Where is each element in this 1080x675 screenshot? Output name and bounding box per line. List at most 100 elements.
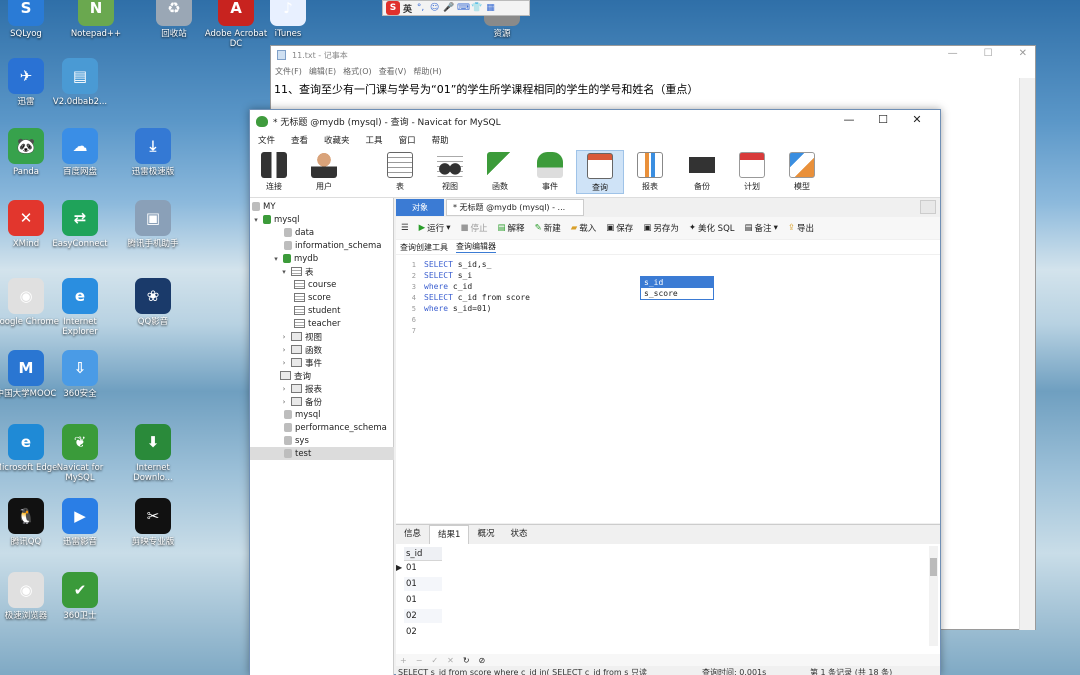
column-header[interactable]: s_id [404, 547, 442, 561]
desktop-icon[interactable]: ⤓ 迅雷极速版 [118, 128, 188, 177]
maximize-icon[interactable]: ☐ [866, 113, 900, 126]
toolbar-query[interactable]: 查询 [576, 150, 624, 194]
toolbar-backup[interactable]: 备份 [678, 150, 726, 192]
tree-item[interactable]: ▾ mydb [272, 252, 318, 265]
desktop-icon[interactable]: ☁ 百度网盘 [45, 128, 115, 177]
tree-item[interactable]: sys [284, 434, 309, 447]
desktop-icon[interactable]: ✂ 剪映专业版 [118, 498, 188, 547]
punct-icon[interactable]: °, [415, 3, 426, 14]
load-button[interactable]: ▰ 载入 [566, 222, 602, 234]
export-button[interactable]: ⇪ 导出 [783, 222, 819, 234]
tree-item[interactable]: › 事件 [280, 356, 322, 369]
maximize-icon[interactable]: ☐ [984, 48, 993, 59]
desktop-icon[interactable]: ❀ QQ影音 [118, 278, 188, 327]
toolbar-function[interactable]: 函数 [476, 150, 524, 192]
tab-extra-button[interactable] [920, 200, 936, 214]
close-icon[interactable]: ✕ [900, 113, 934, 126]
tree-item[interactable]: data [284, 226, 314, 239]
mic-icon[interactable]: 🎤 [443, 3, 454, 14]
tree-item[interactable]: student [294, 304, 341, 317]
hamburger-icon[interactable]: ☰ [396, 223, 414, 233]
toolbar-schedule[interactable]: 计划 [728, 150, 776, 192]
notepad-text-area[interactable]: 11、查询至少有一门课与学号为“01”的学生所学课程相同的学生的学号和姓名（重点… [271, 78, 1035, 100]
tree-item[interactable]: ▾ 表 [280, 265, 314, 278]
desktop-icon[interactable]: ♪ iTunes [253, 0, 323, 39]
desktop-icon[interactable]: ⬇ Internet Downlo... [118, 424, 188, 483]
keyboard-icon[interactable]: ⌨ [457, 3, 470, 14]
scroll-thumb[interactable] [930, 558, 937, 576]
save-as-button[interactable]: ▣ 另存为 [638, 222, 684, 234]
desktop-icon[interactable]: ▶ 迅雷影音 [45, 498, 115, 547]
sql-editor[interactable]: 1 2 3 4 5 6 7 SELECT s_id,s_ SELECT s_i … [396, 255, 940, 523]
explain-button[interactable]: ▤ 解释 [493, 222, 530, 234]
notepad-menu-view[interactable]: 查看(V) [379, 66, 407, 77]
toolbar-view[interactable]: 视图 [426, 150, 474, 192]
emoji-icon[interactable]: ☺ [429, 3, 440, 14]
tab-query[interactable]: * 无标题 @mydb (mysql) - ... [446, 199, 584, 216]
expand-arrow-icon[interactable]: ▾ [252, 216, 260, 224]
menu-window[interactable]: 窗口 [391, 134, 424, 146]
toolbar-event[interactable]: 事件 [526, 150, 574, 192]
ime-mode[interactable]: 英 [403, 2, 412, 15]
minimize-icon[interactable]: — [948, 48, 958, 59]
tree-item[interactable]: › 视图 [280, 330, 322, 343]
apply-icon[interactable]: ✓ [431, 656, 438, 665]
table-cell[interactable]: 01 [404, 577, 442, 591]
expand-arrow-icon[interactable]: ▾ [272, 255, 280, 263]
expand-arrow-icon[interactable]: › [280, 359, 288, 367]
tree-item[interactable]: MY [252, 200, 276, 213]
notepad-menu-edit[interactable]: 编辑(E) [309, 66, 336, 77]
desktop-icon[interactable]: S SQLyog [0, 0, 61, 39]
desktop-icon[interactable]: ▤ V2.0dbab2... [45, 58, 115, 107]
table-cell[interactable]: 01 [404, 561, 442, 575]
desktop-icon[interactable]: N Notepad++ [61, 0, 131, 39]
notepad-menu-file[interactable]: 文件(F) [275, 66, 302, 77]
tree-item[interactable]: mysql [284, 408, 321, 421]
tree-item[interactable]: course [294, 278, 336, 291]
expand-arrow-icon[interactable]: › [280, 333, 288, 341]
toolbar-user[interactable]: 用户 [300, 150, 348, 192]
delete-record-icon[interactable]: − [416, 656, 423, 665]
tab-query-builder[interactable]: 查询创建工具 [400, 242, 448, 253]
tree-item[interactable]: performance_schema [284, 421, 387, 434]
table-cell[interactable]: 02 [404, 609, 442, 623]
save-button[interactable]: ▣ 保存 [601, 222, 638, 234]
tree-item[interactable]: teacher [294, 317, 341, 330]
table-cell[interactable]: 01 [404, 593, 442, 607]
stop-query-icon[interactable]: ⊘ [479, 656, 486, 665]
tab-info[interactable]: 信息 [396, 525, 429, 544]
tree-item[interactable]: › 报表 [280, 382, 322, 395]
toolbar-model[interactable]: 模型 [778, 150, 826, 192]
tree-item[interactable]: ▾ mysql [252, 213, 299, 226]
expand-arrow-icon[interactable]: ▾ [280, 268, 288, 276]
tree-item[interactable]: 查询 [280, 369, 311, 382]
expand-arrow-icon[interactable]: › [280, 385, 288, 393]
minimize-icon[interactable]: — [832, 113, 866, 126]
autocomplete-item[interactable]: s_id [641, 277, 713, 288]
tab-objects[interactable]: 对象 [396, 199, 444, 216]
sogou-logo-icon[interactable]: S [386, 1, 400, 15]
desktop-icon[interactable]: ⇩ 360安全 [45, 350, 115, 399]
notepad-menu-help[interactable]: 帮助(H) [413, 66, 441, 77]
desktop-icon[interactable]: e Internet Explorer [45, 278, 115, 337]
tab-query-editor[interactable]: 查询编辑器 [456, 241, 496, 253]
table-cell[interactable]: 02 [404, 625, 442, 639]
tree-item[interactable]: information_schema [284, 239, 382, 252]
expand-arrow-icon[interactable]: › [280, 398, 288, 406]
tree-item[interactable]: › 函数 [280, 343, 322, 356]
toolbar-table[interactable]: 表 [376, 150, 424, 192]
stop-button[interactable]: ■ 停止 [455, 222, 492, 234]
desktop-icon[interactable]: ✔ 360卫士 [45, 572, 115, 621]
menu-favorites[interactable]: 收藏夹 [316, 134, 358, 146]
toolbar-connect[interactable]: 连接 [250, 150, 298, 192]
tree-item[interactable]: test [250, 447, 394, 460]
notepad-scrollbar[interactable] [1019, 78, 1035, 630]
tree-item[interactable]: › 备份 [280, 395, 322, 408]
autocomplete-popup[interactable]: s_id s_score [640, 276, 714, 300]
refresh-icon[interactable]: ↻ [463, 656, 470, 665]
toolbar-report[interactable]: 报表 [626, 150, 674, 192]
notepad-menu-format[interactable]: 格式(O) [343, 66, 372, 77]
menu-view[interactable]: 查看 [283, 134, 316, 146]
skin-icon[interactable]: 👕 [471, 3, 482, 14]
desktop-icon[interactable]: ▣ 腾讯手机助手 [118, 200, 188, 249]
